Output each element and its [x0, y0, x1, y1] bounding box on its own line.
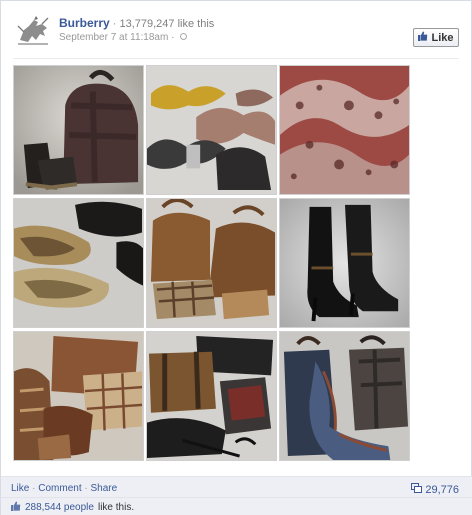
post-meta: September 7 at 11:18am ·	[59, 32, 188, 43]
thumbs-up-icon	[11, 501, 21, 514]
thumbs-up-icon	[418, 31, 428, 44]
page-name-link[interactable]: Burberry	[59, 16, 110, 30]
likes-summary: 288,544 people like this.	[1, 497, 472, 515]
photo-ankle-boots[interactable]	[279, 198, 410, 328]
action-dot: ·	[81, 483, 91, 494]
title-separator: ·	[109, 18, 120, 30]
shares-icon	[411, 483, 423, 496]
post-actions: Like · Comment · Share	[11, 483, 117, 494]
comment-action-link[interactable]: Comment	[38, 483, 81, 494]
photo-animal-scarf[interactable]	[279, 65, 410, 195]
photo-messenger-bags[interactable]	[146, 331, 277, 461]
like-page-button[interactable]: Like	[413, 28, 459, 47]
shares-count: 29,776	[425, 483, 459, 496]
header-divider	[13, 58, 459, 59]
page-like-count: 13,779,247 like this	[119, 18, 215, 30]
facebook-post: Burberry · 13,779,247 like this Septembe…	[0, 0, 472, 515]
people-count-link[interactable]: 288,544 people	[25, 502, 94, 513]
photo-handbag-sandals[interactable]	[13, 65, 144, 195]
photo-bow-ties[interactable]	[146, 65, 277, 195]
likes-summary-text: like this.	[97, 502, 135, 513]
action-dot: ·	[29, 483, 39, 494]
globe-icon	[180, 33, 188, 40]
like-button-label: Like	[431, 31, 454, 44]
photo-leather-pouches[interactable]	[13, 331, 144, 461]
photo-leather-bags[interactable]	[146, 198, 277, 328]
post-footer: Like · Comment · Share 29,776 288,544 pe…	[1, 476, 472, 515]
meta-separator: ·	[168, 32, 178, 43]
share-action-link[interactable]: Share	[91, 483, 118, 494]
photo-grid	[13, 65, 411, 461]
burberry-logo-icon[interactable]	[14, 14, 52, 48]
post-title-line: Burberry · 13,779,247 like this	[59, 16, 214, 30]
photo-metallic-flats[interactable]	[13, 198, 144, 328]
post-timestamp[interactable]: September 7 at 11:18am	[59, 32, 168, 43]
shares-count-link[interactable]: 29,776	[411, 483, 459, 496]
photo-tote-bags-scarf[interactable]	[279, 331, 410, 461]
post-header: Burberry · 13,779,247 like this Septembe…	[1, 1, 472, 57]
like-action-link[interactable]: Like	[11, 483, 29, 494]
